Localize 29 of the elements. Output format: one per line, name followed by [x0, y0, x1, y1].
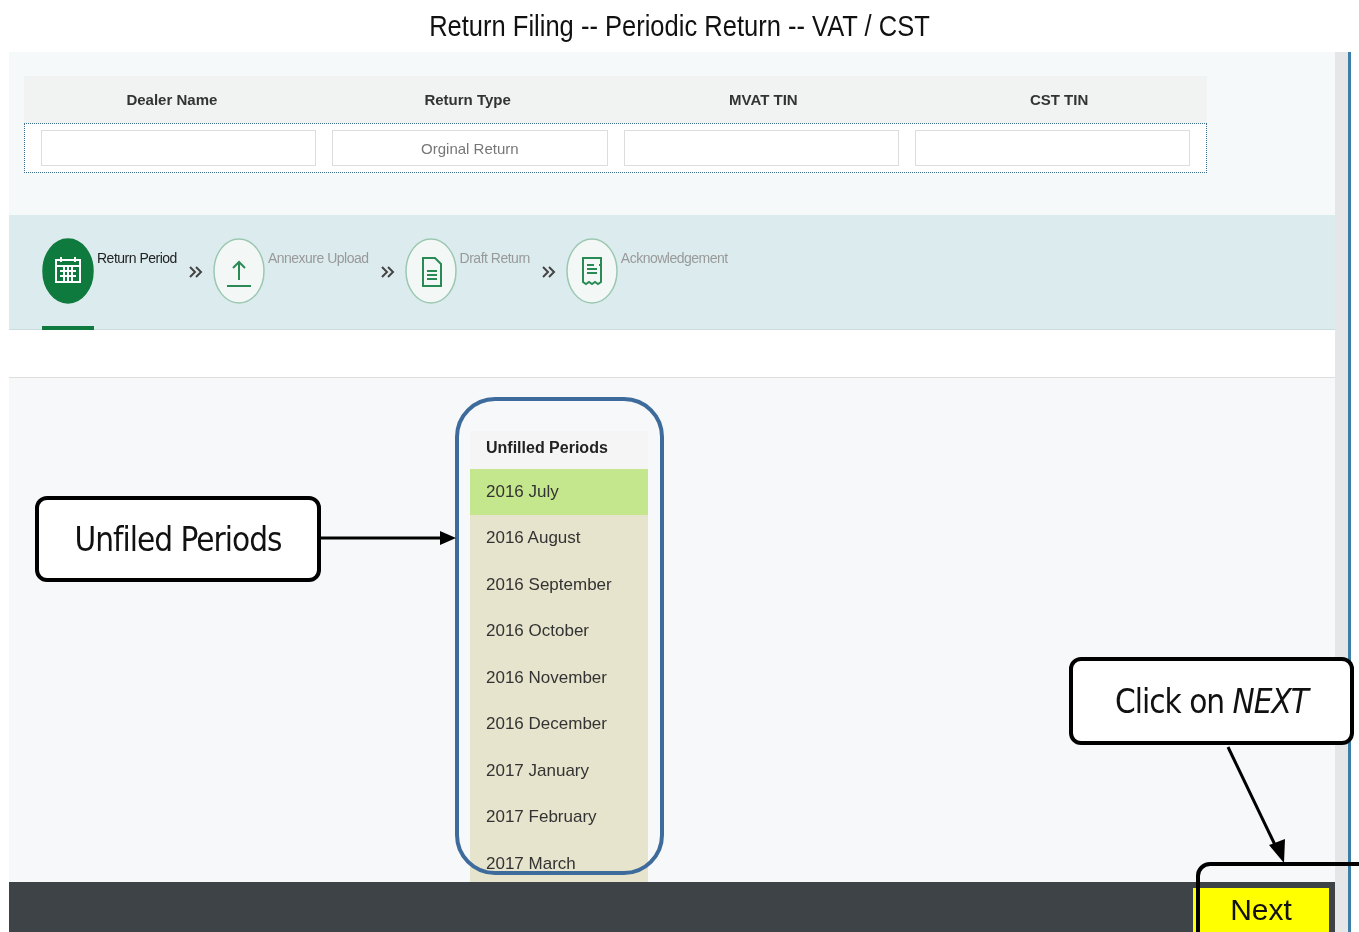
column-header: Return Type: [423, 91, 512, 108]
input-field[interactable]: [623, 130, 899, 166]
period-item[interactable]: 2016 July: [470, 468, 648, 516]
period-item[interactable]: 2016 December: [470, 701, 648, 748]
column-header: Dealer Name: [125, 91, 219, 108]
double-chevron-icon: [541, 265, 556, 278]
input-field[interactable]: Orginal Return: [332, 130, 608, 166]
callout-box: Unfiled Periods: [35, 496, 321, 582]
column-header: CST TIN: [1028, 91, 1090, 108]
period-item[interactable]: 2017 February: [470, 794, 648, 841]
step-tab[interactable]: Return Period: [42, 237, 177, 330]
receipt-icon: [565, 237, 618, 304]
period-item[interactable]: 2016 October: [470, 608, 648, 655]
period-item[interactable]: 2016 September: [470, 561, 648, 609]
double-chevron-icon: [380, 265, 395, 278]
input-field[interactable]: [41, 130, 317, 166]
upload-icon: [212, 237, 265, 304]
page-title: Return Filing -- Periodic Return -- VAT / CST: [429, 9, 930, 43]
next-button[interactable]: Next: [1193, 888, 1329, 932]
input-field[interactable]: [914, 130, 1190, 166]
period-item[interactable]: 2016 November: [470, 654, 648, 702]
document-icon: [404, 237, 457, 304]
double-chevron-icon: [188, 265, 203, 278]
period-item[interactable]: 2016 August: [470, 515, 648, 562]
calendar-icon: [42, 237, 94, 304]
callout-box: Click on NEXT: [1069, 657, 1354, 745]
period-item[interactable]: 2017 January: [470, 747, 648, 795]
panel-heading: Unfilled Periods: [470, 430, 648, 469]
column-header: MVAT TIN: [728, 91, 799, 108]
